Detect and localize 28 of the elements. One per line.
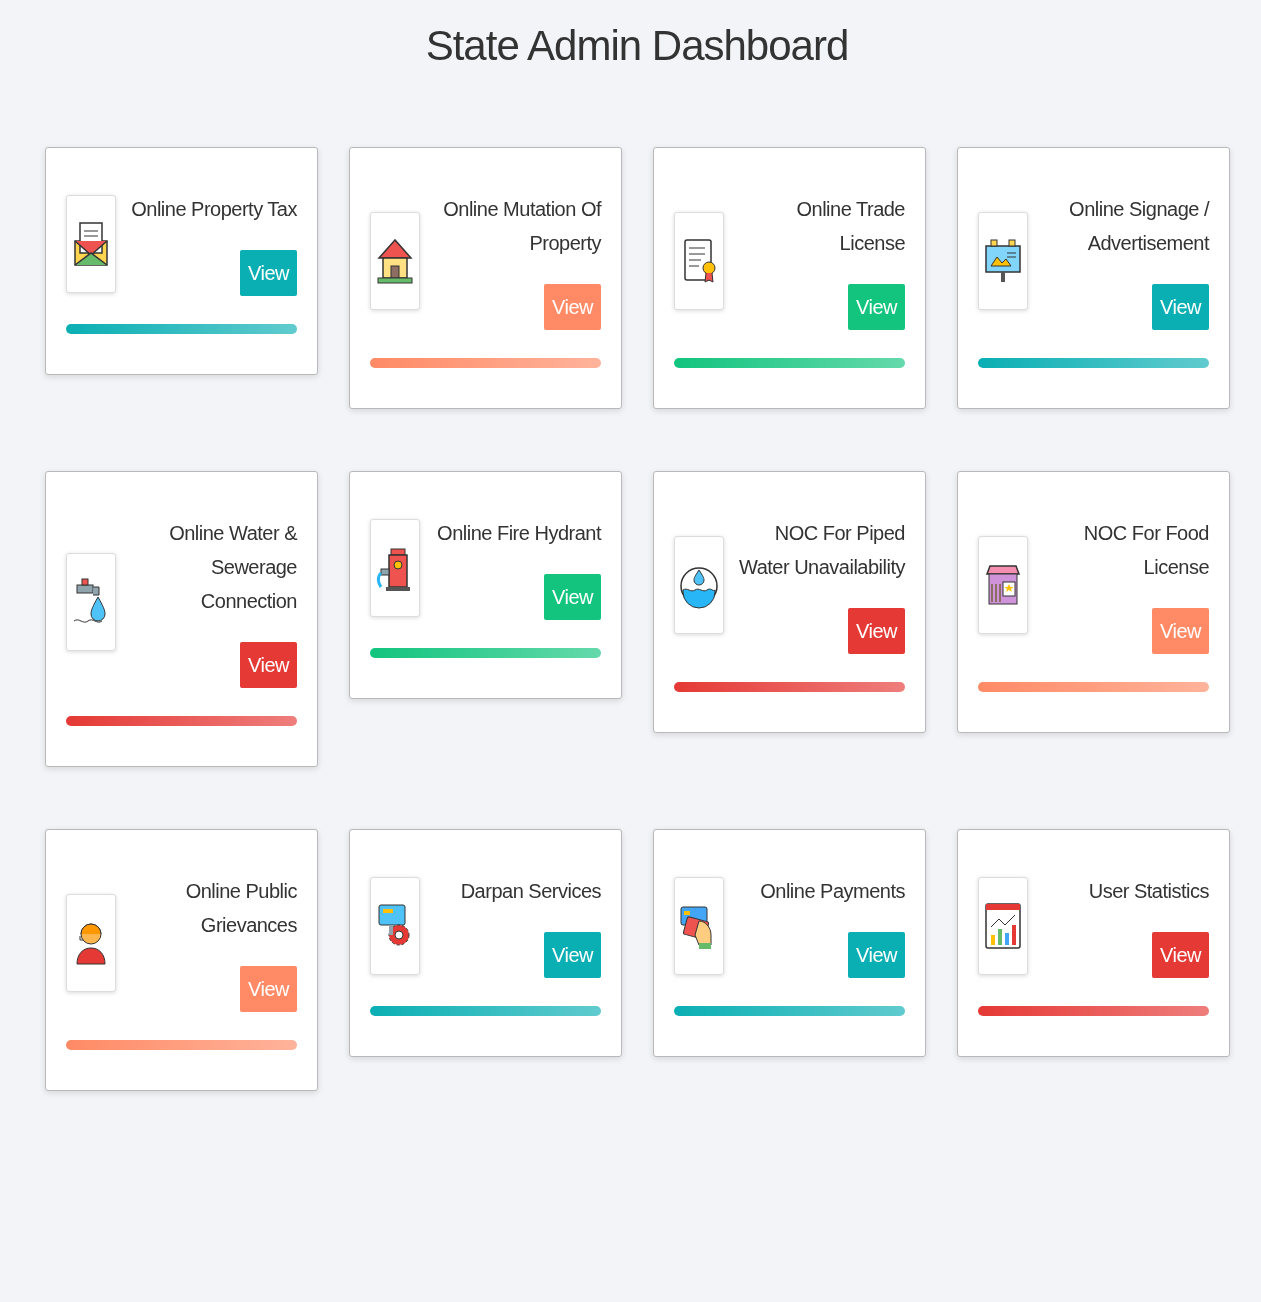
view-button[interactable]: View <box>240 642 297 688</box>
service-title: Online Property Tax <box>131 197 297 222</box>
service-title: Online Mutation Of Property <box>442 197 601 256</box>
service-title: NOC For Piped Water Unavailability <box>738 521 905 580</box>
service-title: Online Water & Sewerage Connection <box>168 521 297 614</box>
envelope-icon <box>71 219 111 269</box>
view-button[interactable]: View <box>1152 932 1209 978</box>
service-title: User Statistics <box>1088 879 1209 904</box>
service-title: Online Public Grievances <box>184 879 297 938</box>
service-title: Online Trade License <box>795 197 905 256</box>
service-title: Darpan Services <box>460 879 601 904</box>
service-title: Online Signage / Advertisement <box>1068 197 1209 256</box>
service-title: NOC For Food License <box>1082 521 1209 580</box>
view-button[interactable]: View <box>544 932 601 978</box>
view-button[interactable]: View <box>544 284 601 330</box>
page-title: State Admin Dashboard <box>424 21 850 71</box>
service-title: Online Fire Hydrant <box>437 521 601 546</box>
service-title: Online Payments <box>760 879 905 904</box>
view-button[interactable]: View <box>848 608 905 654</box>
view-button[interactable]: View <box>240 966 297 1012</box>
view-button[interactable]: View <box>544 574 601 620</box>
view-button[interactable]: View <box>848 284 905 330</box>
view-button[interactable]: View <box>848 932 905 978</box>
view-button[interactable]: View <box>1152 608 1209 654</box>
house-icon <box>375 236 415 286</box>
view-button[interactable]: View <box>240 250 297 296</box>
bar-chart-icon <box>983 901 1023 951</box>
view-button[interactable]: View <box>1152 284 1209 330</box>
